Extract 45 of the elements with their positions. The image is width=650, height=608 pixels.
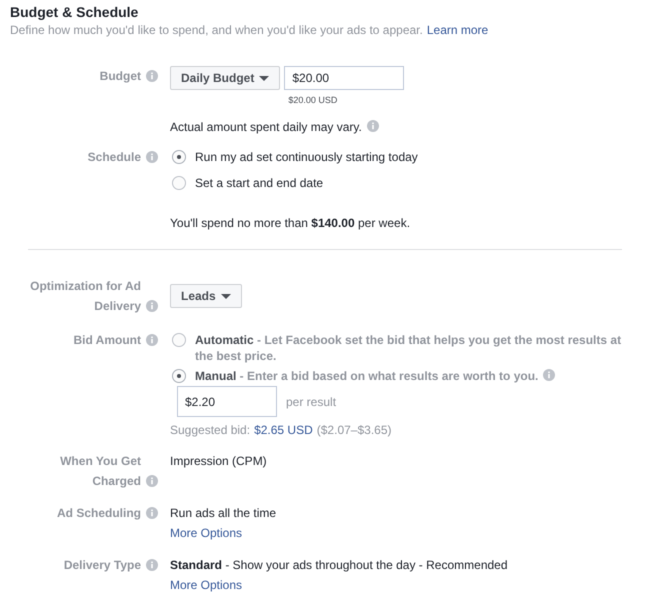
- learn-more-link[interactable]: Learn more: [426, 23, 488, 37]
- more-options-link[interactable]: More Options: [170, 575, 242, 595]
- info-icon[interactable]: [146, 507, 158, 519]
- suggested-bid-label: Suggested bid:: [170, 423, 250, 437]
- info-icon[interactable]: [146, 151, 158, 163]
- field-value: Impression (CPM): [170, 453, 268, 470]
- budget-input[interactable]: $20.00: [284, 66, 404, 90]
- field-label: When You Get Charged: [59, 453, 141, 490]
- field-label: Optimization for Ad Delivery: [29, 278, 141, 315]
- radio-button[interactable]: [172, 333, 186, 347]
- option-label: Run my ad set continuously starting today: [195, 150, 418, 164]
- suggested-bid-value: $2.65 USD: [254, 423, 313, 437]
- section-description: Define how much you'd like to spend, and when you'd like your ads to appear.: [10, 23, 423, 37]
- info-icon[interactable]: [146, 559, 158, 571]
- info-icon[interactable]: [146, 300, 158, 312]
- suggested-bid-range: ($2.07–$3.65): [316, 423, 392, 437]
- caret-icon: [259, 76, 270, 80]
- option-label: Set a start and end date: [195, 176, 324, 190]
- info-icon[interactable]: [146, 70, 158, 82]
- info-icon[interactable]: [146, 334, 158, 346]
- info-icon[interactable]: [543, 369, 556, 381]
- caret-icon: [220, 294, 231, 298]
- info-icon[interactable]: [146, 475, 158, 487]
- bid-unit: per result: [286, 394, 336, 408]
- radio-button[interactable]: [172, 176, 186, 190]
- optimization-dropdown[interactable]: Leads: [170, 284, 242, 308]
- radio-button[interactable]: [172, 369, 186, 383]
- field-label: Ad Scheduling: [57, 505, 141, 522]
- section-title: Budget & Schedule: [10, 4, 140, 20]
- field-label: Bid Amount: [73, 332, 141, 349]
- radio-button[interactable]: [172, 150, 186, 164]
- bid-input[interactable]: $2.20: [177, 386, 277, 417]
- option-label: Automatic - Let Facebook set the bid that helps you get the most results at the best price.: [195, 333, 622, 363]
- weekly-spend-text: You'll spend no more than $140.00 per week.: [170, 215, 412, 232]
- field-label: Schedule: [88, 149, 141, 166]
- field-value: Run ads all the time: [170, 505, 278, 522]
- field-value: Standard - Show your ads throughout the day - Recommended: [170, 557, 509, 574]
- info-icon[interactable]: [366, 120, 379, 132]
- field-label: Budget: [100, 68, 141, 85]
- budget-hint: Actual amount spent daily may vary.: [170, 120, 362, 134]
- field-label: Delivery Type: [64, 557, 141, 574]
- more-options-link[interactable]: More Options: [170, 523, 242, 543]
- option-label: Manual - Enter a bid based on what results are worth to you.: [195, 369, 538, 383]
- budget-type-dropdown[interactable]: Daily Budget: [170, 66, 280, 90]
- currency-note: $20.00 USD: [288, 95, 338, 105]
